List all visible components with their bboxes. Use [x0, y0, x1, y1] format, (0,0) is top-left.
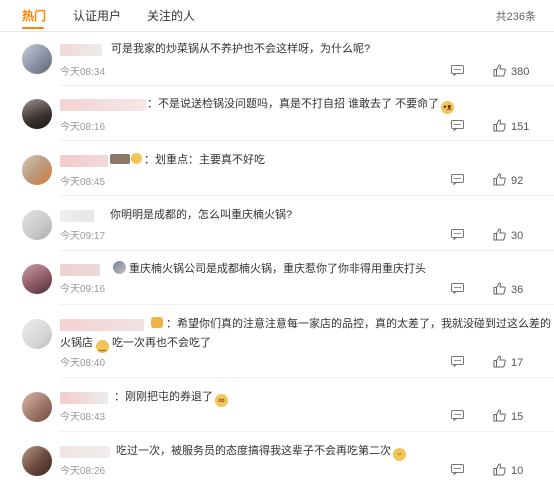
like-button[interactable]: 92 [493, 173, 523, 187]
username-blurred[interactable] [60, 155, 108, 167]
tab-verified-users[interactable]: 认证用户 [73, 7, 121, 24]
comment-tabs: 热门 认证用户 关注的人 共236条 [0, 0, 554, 32]
username-blurred[interactable] [60, 99, 146, 111]
reply-icon[interactable] [451, 229, 464, 240]
comment-text: ：希望你们真的注意注意每一家店的品控，真的太差了，我就没碰到过这么差的 [166, 318, 551, 330]
comment-text: 你明明是成都的，怎么叫重庆楠火锅? [110, 209, 293, 221]
emoji-icon [131, 153, 142, 164]
comment-text: 重庆楠火锅公司是成都楠火锅，重庆惹你了你非得用重庆打头 [129, 263, 426, 275]
thumb-up-icon [493, 409, 506, 422]
avatar[interactable] [22, 210, 52, 240]
comment-time: 今天08:34 [60, 67, 106, 78]
avatar[interactable] [22, 264, 52, 294]
avatar[interactable] [22, 155, 52, 185]
like-button[interactable]: 380 [493, 64, 529, 78]
thumb-up-icon [493, 173, 506, 186]
thumb-up-icon [493, 228, 506, 241]
grin-emoji: ‿ [96, 340, 109, 353]
like-count: 15 [511, 411, 524, 423]
crown-badge-icon [151, 317, 163, 328]
comment-item: 可是我家的炒菜锅从不养护也不会这样呀，为什么呢? 今天08:34 380 [0, 38, 554, 96]
comment-text: 可是我家的炒菜锅从不养护也不会这样呀，为什么呢? [111, 43, 371, 55]
username-blurred[interactable] [60, 264, 100, 276]
comment-time: 今天08:43 [60, 412, 106, 423]
comment-divider [60, 140, 554, 141]
like-button[interactable]: 36 [493, 282, 523, 296]
comment-time: 今天08:16 [60, 122, 106, 133]
comment-item: 你明明是成都的，怎么叫重庆楠火锅? 今天09:17 30 [0, 204, 554, 262]
thumb-up-icon [493, 355, 506, 368]
like-count: 30 [511, 230, 524, 242]
username-blurred[interactable] [60, 44, 102, 56]
header-divider [0, 31, 554, 32]
thumb-up-icon [493, 119, 506, 132]
like-count: 92 [511, 175, 524, 187]
tab-following[interactable]: 关注的人 [147, 7, 195, 24]
reply-icon[interactable] [451, 283, 464, 294]
username-blurred[interactable] [60, 446, 110, 458]
like-button[interactable]: 17 [493, 355, 523, 369]
reply-icon[interactable] [451, 464, 464, 475]
thumb-up-icon [493, 64, 506, 77]
comment-item: ：划重点：主要真不好吃 今天08:45 92 [0, 149, 554, 207]
glasses-emoji: ∞ [215, 394, 228, 407]
comment-divider [60, 195, 554, 196]
active-tab-indicator [22, 27, 44, 29]
reply-icon[interactable] [451, 356, 464, 367]
sticker-emoji [113, 261, 126, 274]
comment-time: 今天08:26 [60, 466, 106, 477]
comment-divider [60, 85, 554, 86]
avatar[interactable] [22, 446, 52, 476]
comment-time: 今天09:16 [60, 284, 106, 295]
avatar[interactable] [22, 99, 52, 129]
thumb-up-icon [493, 463, 506, 476]
like-button[interactable]: 10 [493, 463, 523, 477]
avatar[interactable] [22, 392, 52, 422]
comment-item: ：不是说送检锅没问题吗，真是不打自招 谁敢去了 不要命了 •ᴥ 今天08:16 1… [0, 93, 554, 151]
comment-divider [60, 304, 554, 305]
reply-icon[interactable] [451, 410, 464, 421]
comment-text: ：不是说送检锅没问题吗，真是不打自招 谁敢去了 不要命了 •ᴥ [147, 97, 455, 114]
dog-face-emoji: •ᴥ [441, 101, 455, 114]
reply-icon[interactable] [451, 174, 464, 185]
like-count: 36 [511, 284, 524, 296]
badge-icon [110, 154, 130, 164]
username-blurred[interactable] [60, 392, 108, 404]
like-count: 10 [511, 465, 524, 477]
reply-icon[interactable] [451, 65, 464, 76]
like-button[interactable]: 30 [493, 228, 523, 242]
comment-divider [60, 431, 554, 432]
comment-divider [60, 250, 554, 251]
comment-time: 今天09:17 [60, 231, 106, 242]
comment-item: 吃过一次，被服务员的态度搞得我这辈子不会再吃第二次 ᵕ 今天08:26 10 [0, 440, 554, 490]
comment-divider [60, 377, 554, 378]
username-blurred[interactable] [60, 210, 94, 222]
comment-item: 重庆楠火锅公司是成都楠火锅，重庆惹你了你非得用重庆打头 今天09:16 36 [0, 258, 554, 316]
username-blurred[interactable] [60, 319, 144, 331]
comment-text-line2: 火锅店 ‿ 吃一次再也不会吃了 [60, 337, 211, 353]
comment-time: 今天08:40 [60, 358, 106, 369]
comment-text: 吃过一次，被服务员的态度搞得我这辈子不会再吃第二次 ᵕ [116, 444, 406, 461]
laugh-emoji: ᵕ [393, 448, 406, 461]
like-count: 151 [511, 121, 530, 133]
like-button[interactable]: 151 [493, 119, 529, 133]
comment-count: 共236条 [495, 11, 536, 23]
like-button[interactable]: 15 [493, 409, 523, 423]
tab-hot[interactable]: 热门 [22, 7, 46, 24]
like-count: 380 [511, 66, 530, 78]
comment-text: ：刚刚把屯的券退了 ∞ [114, 390, 228, 407]
thumb-up-icon [493, 282, 506, 295]
avatar[interactable] [22, 44, 52, 74]
comment-item: ：希望你们真的注意注意每一家店的品控，真的太差了，我就没碰到过这么差的 火锅店 ‿… [0, 313, 554, 375]
reply-icon[interactable] [451, 120, 464, 131]
avatar[interactable] [22, 319, 52, 349]
like-count: 17 [511, 357, 524, 369]
comment-item: ：刚刚把屯的券退了 ∞ 今天08:43 15 [0, 386, 554, 444]
comment-time: 今天08:45 [60, 177, 106, 188]
comment-text: ：划重点：主要真不好吃 [144, 154, 265, 166]
